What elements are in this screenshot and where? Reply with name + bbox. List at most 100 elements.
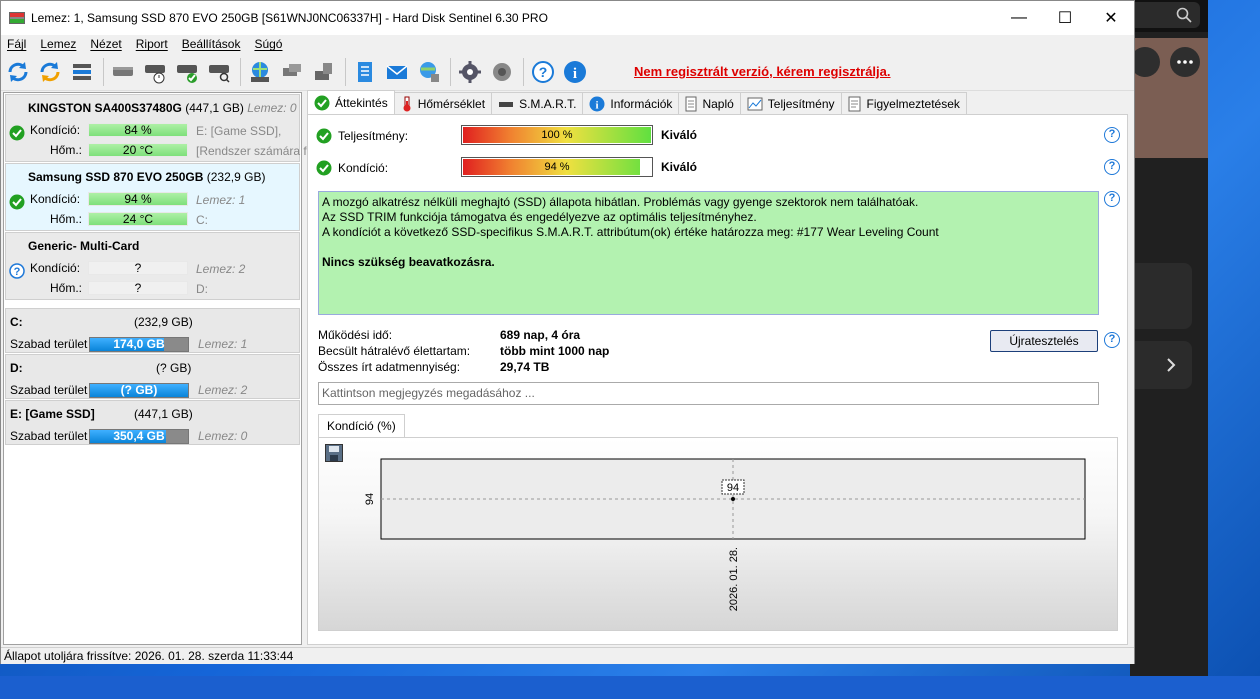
tab-information[interactable]: i Információk: [582, 92, 680, 114]
disk-icon: [499, 101, 514, 107]
disk-schedule-icon[interactable]: [142, 59, 168, 85]
note-input[interactable]: Kattintson megjegyzés megadásához ...: [318, 382, 1099, 405]
disk-check-icon[interactable]: [174, 59, 200, 85]
disk-panel: KINGSTON SA400S37480G (447,1 GB) Lemez: …: [3, 92, 307, 645]
menu-help[interactable]: Súgó: [254, 37, 282, 51]
disk-list-icon[interactable]: [69, 59, 95, 85]
background-card-next[interactable]: [1130, 341, 1192, 389]
chevron-right-icon: [1167, 358, 1176, 372]
disk-number: Lemez: 2: [196, 262, 246, 276]
web-report-icon[interactable]: [416, 59, 442, 85]
help-icon[interactable]: ?: [1104, 159, 1120, 175]
message-action: Nincs szükség beavatkozásra.: [322, 255, 495, 269]
info-icon[interactable]: i: [562, 59, 588, 85]
condition-label: Kondíció:: [30, 123, 81, 137]
check-icon: [316, 128, 332, 144]
tab-performance[interactable]: Teljesítmény: [739, 92, 842, 114]
tab-alerts[interactable]: Figyelmeztetések: [840, 92, 967, 114]
volume-disk: Lemez: 2: [198, 383, 248, 397]
usb-disk-icon[interactable]: [311, 59, 337, 85]
volume-size: (447,1 GB): [134, 407, 193, 421]
help-icon[interactable]: ?: [1104, 332, 1120, 348]
menu-view[interactable]: Nézet: [90, 37, 121, 51]
help-icon[interactable]: ?: [530, 59, 556, 85]
written-label: Összes írt adatmennyiség:: [318, 360, 461, 374]
app-icon: [9, 12, 25, 24]
external-disk-icon[interactable]: [279, 59, 305, 85]
temp-label: Hőm.:: [50, 212, 83, 226]
tab-log[interactable]: Napló: [678, 92, 741, 114]
maximize-button[interactable]: ☐: [1042, 1, 1088, 35]
disk-icon[interactable]: [110, 59, 136, 85]
condition-row: Kondíció:: [316, 160, 468, 176]
disk-name: Generic- Multi-Card: [28, 239, 140, 253]
tab-bar: Áttekintés Hőmérséklet S.M.A.R.T. i Info…: [307, 90, 967, 114]
info-icon: i: [589, 96, 605, 111]
help-icon[interactable]: ?: [1104, 191, 1120, 207]
disk-stats: Működési idő: 689 nap, 4 óra Becsült hátr…: [318, 327, 609, 375]
free-space-label: Szabad terület: [10, 383, 88, 397]
x-tick-label: 2026. 01. 28.: [728, 547, 740, 611]
close-button[interactable]: ✕: [1088, 1, 1134, 35]
unregistered-link[interactable]: Nem regisztrált verzió, kérem regisztrál…: [634, 64, 891, 79]
performance-rating: Kiváló: [661, 128, 698, 142]
message-line: Az SSD TRIM funkciója támogatva és enged…: [322, 210, 757, 224]
more-options-icon[interactable]: [1170, 47, 1200, 77]
condition-bar: 94 %: [88, 192, 188, 206]
help-icon[interactable]: ?: [1104, 127, 1120, 143]
search-icon: [1176, 7, 1192, 23]
disk-name: KINGSTON SA400S37480G (447,1 GB) Lemez: …: [28, 101, 297, 115]
report-icon[interactable]: [352, 59, 378, 85]
status-bar: Állapot utoljára frissítve: 2026. 01. 28…: [1, 647, 1134, 664]
data-label: 94: [727, 482, 739, 494]
disk-name: Samsung SSD 870 EVO 250GB (232,9 GB): [28, 170, 266, 184]
alert-document-icon: [848, 96, 860, 111]
menu-report[interactable]: Riport: [136, 37, 168, 51]
svg-text:i: i: [596, 99, 599, 111]
disk-item-generic[interactable]: Generic- Multi-Card ? Kondíció: ? Hőm.: …: [5, 232, 300, 300]
temp-bar: 24 °C: [88, 212, 188, 226]
volume-item-d[interactable]: D: (? GB) Szabad terület (? GB) Lemez: 2: [5, 354, 300, 399]
free-space-bar: 174,0 GB: [89, 337, 189, 352]
background-card: [1130, 263, 1192, 329]
window-title: Lemez: 1, Samsung SSD 870 EVO 250GB [S61…: [31, 11, 548, 25]
refresh-icon[interactable]: [5, 59, 31, 85]
disk-volumes: E: [Game SSD],: [196, 124, 282, 138]
tab-overview[interactable]: Áttekintés: [307, 90, 395, 114]
menu-file[interactable]: Fájl: [7, 37, 26, 51]
tab-temperature[interactable]: Hőmérséklet: [393, 92, 493, 114]
disk-item-samsung[interactable]: Samsung SSD 870 EVO 250GB (232,9 GB) Kon…: [5, 163, 300, 231]
performance-label: Teljesítmény:: [338, 129, 409, 143]
mail-icon[interactable]: [384, 59, 410, 85]
uptime-value: 689 nap, 4 óra: [500, 328, 581, 342]
menu-settings[interactable]: Beállítások: [182, 37, 241, 51]
thermometer-icon: [403, 96, 411, 111]
temp-label: Hőm.:: [50, 281, 83, 295]
volume-name: C:: [10, 315, 23, 329]
check-icon: [314, 95, 330, 110]
temp-bar: 20 °C: [88, 143, 188, 157]
disk-search-icon[interactable]: [206, 59, 232, 85]
menu-disk[interactable]: Lemez: [40, 37, 76, 51]
settings-gear-icon[interactable]: [457, 59, 483, 85]
performance-bar: 100 %: [461, 125, 653, 145]
volume-item-c[interactable]: C: (232,9 GB) Szabad terület 174,0 GB Le…: [5, 308, 300, 353]
condition-chart-tab[interactable]: Kondíció (%): [318, 414, 405, 438]
condition-rating: Kiváló: [661, 160, 698, 174]
condition-label: Kondíció:: [30, 192, 81, 206]
status-unknown-icon: ?: [9, 263, 25, 279]
network-disk-icon[interactable]: [247, 59, 273, 85]
disk-item-kingston[interactable]: KINGSTON SA400S37480G (447,1 GB) Lemez: …: [5, 94, 307, 162]
title-bar: Lemez: 1, Samsung SSD 870 EVO 250GB [S61…: [1, 1, 1134, 35]
condition-label: Kondíció:: [30, 261, 81, 275]
volume-size: (232,9 GB): [134, 315, 193, 329]
retest-button[interactable]: Újratesztelés: [990, 330, 1098, 352]
refresh-all-icon[interactable]: [37, 59, 63, 85]
condition-chart: 94 2026. 01. 28. 94: [318, 437, 1118, 631]
volume-item-e[interactable]: E: [Game SSD] (447,1 GB) Szabad terület …: [5, 400, 300, 445]
minimize-button[interactable]: —: [996, 1, 1042, 35]
tab-smart[interactable]: S.M.A.R.T.: [491, 92, 584, 114]
condition-label: Kondíció:: [338, 161, 389, 175]
sound-icon[interactable]: [489, 59, 515, 85]
taskbar: [0, 676, 1260, 699]
